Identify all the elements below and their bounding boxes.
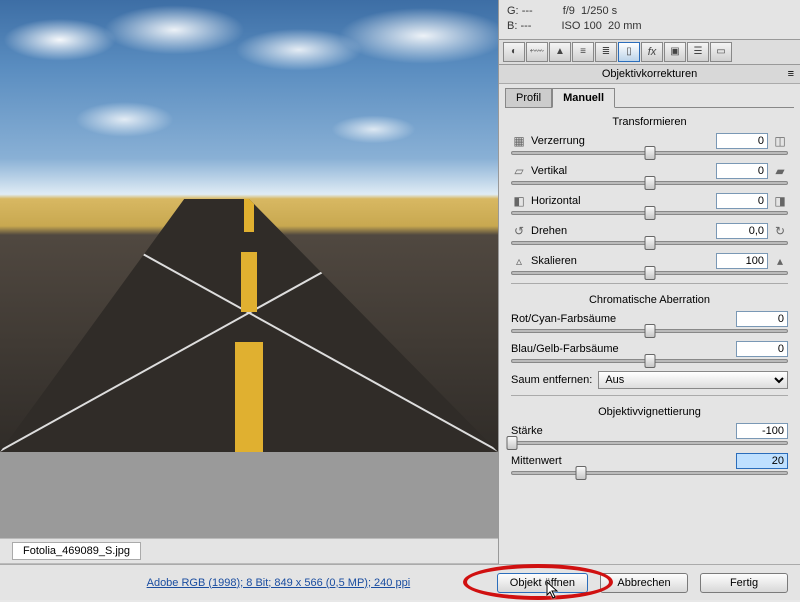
- strength-label: Stärke: [511, 425, 732, 437]
- color-profile-link[interactable]: Adobe RGB (1998); 8 Bit; 849 x 566 (0,5 …: [72, 577, 485, 589]
- vertical-slider[interactable]: [511, 181, 788, 185]
- tab-lens-icon[interactable]: ▯: [618, 42, 640, 62]
- distortion-out-icon: ◫: [772, 133, 788, 149]
- tab-camera-icon[interactable]: ▣: [664, 42, 686, 62]
- scale-label: Skalieren: [531, 255, 712, 267]
- rotate-label: Drehen: [531, 225, 712, 237]
- control-midpoint: Mittenwert: [511, 453, 788, 475]
- control-vertical: ▱ Vertikal ▰: [511, 163, 788, 185]
- blueyellow-label: Blau/Gelb-Farbsäume: [511, 343, 732, 355]
- section-transform: Transformieren: [511, 112, 788, 130]
- panel-menu-icon[interactable]: ≡: [788, 68, 794, 80]
- midpoint-slider[interactable]: [511, 471, 788, 475]
- image-preview[interactable]: [0, 0, 498, 452]
- horizontal-slider[interactable]: [511, 211, 788, 215]
- control-blueyellow: Blau/Gelb-Farbsäume: [511, 341, 788, 363]
- filename-bar: Fotolia_469089_S.jpg: [0, 538, 498, 564]
- vertical-label: Vertikal: [531, 165, 712, 177]
- distortion-in-icon: ▦: [511, 133, 527, 149]
- control-strength: Stärke: [511, 423, 788, 445]
- preview-background: [0, 452, 498, 538]
- rotate-ccw-icon: ↺: [511, 223, 527, 239]
- horizontal-left-icon: ◧: [511, 193, 527, 209]
- adjustment-tabs-toolbar: ◐ ⬳ ▲ ≡ ≣ ▯ fx ▣ ☰ ▭: [499, 39, 800, 65]
- control-redcyan: Rot/Cyan-Farbsäume: [511, 311, 788, 333]
- scale-slider[interactable]: [511, 271, 788, 275]
- done-button[interactable]: Fertig: [700, 573, 788, 593]
- tab-profile[interactable]: Profil: [505, 88, 552, 107]
- tab-curve-icon[interactable]: ⬳: [526, 42, 548, 62]
- preview-road: [0, 199, 498, 452]
- horizontal-input[interactable]: [716, 193, 768, 209]
- blueyellow-input[interactable]: [736, 341, 788, 357]
- control-scale: ▵ Skalieren ▴: [511, 253, 788, 275]
- strength-slider[interactable]: [511, 441, 788, 445]
- vertical-right-icon: ▰: [772, 163, 788, 179]
- distortion-input[interactable]: [716, 133, 768, 149]
- tab-manual[interactable]: Manuell: [552, 88, 615, 108]
- exif-info: G: --- f/9 1/250 s B: --- ISO 100 20 mm: [499, 0, 800, 39]
- vertical-input[interactable]: [716, 163, 768, 179]
- control-rotate: ↺ Drehen ↻: [511, 223, 788, 245]
- blueyellow-slider[interactable]: [511, 359, 788, 363]
- filename-label: Fotolia_469089_S.jpg: [12, 542, 141, 560]
- tab-split-icon[interactable]: ≣: [595, 42, 617, 62]
- tab-hsl-icon[interactable]: ≡: [572, 42, 594, 62]
- strength-input[interactable]: [736, 423, 788, 439]
- control-distortion: ▦ Verzerrung ◫: [511, 133, 788, 155]
- horizontal-right-icon: ◨: [772, 193, 788, 209]
- redcyan-slider[interactable]: [511, 329, 788, 333]
- tab-basic-icon[interactable]: ◐: [503, 42, 525, 62]
- panel-title: Objektivkorrekturen ≡: [499, 65, 800, 84]
- section-chromatic: Chromatische Aberration: [511, 290, 788, 308]
- rotate-cw-icon: ↻: [772, 223, 788, 239]
- scale-down-icon: ▵: [511, 253, 527, 269]
- horizontal-label: Horizontal: [531, 195, 712, 207]
- defringe-label: Saum entfernen:: [511, 374, 592, 386]
- tab-fx-icon[interactable]: fx: [641, 42, 663, 62]
- redcyan-label: Rot/Cyan-Farbsäume: [511, 313, 732, 325]
- vertical-left-icon: ▱: [511, 163, 527, 179]
- tab-snapshots-icon[interactable]: ▭: [710, 42, 732, 62]
- rotate-slider[interactable]: [511, 241, 788, 245]
- tab-presets-icon[interactable]: ☰: [687, 42, 709, 62]
- redcyan-input[interactable]: [736, 311, 788, 327]
- distortion-slider[interactable]: [511, 151, 788, 155]
- scale-up-icon: ▴: [772, 253, 788, 269]
- defringe-select[interactable]: Aus: [598, 371, 788, 389]
- rotate-input[interactable]: [716, 223, 768, 239]
- section-vignette: Objektivvignettierung: [511, 402, 788, 420]
- midpoint-input[interactable]: [736, 453, 788, 469]
- midpoint-label: Mittenwert: [511, 455, 732, 467]
- distortion-label: Verzerrung: [531, 135, 712, 147]
- cancel-button[interactable]: Abbrechen: [600, 573, 688, 593]
- preview-sky: [0, 0, 498, 199]
- scale-input[interactable]: [716, 253, 768, 269]
- open-object-button[interactable]: Objekt öffnen: [497, 573, 588, 593]
- control-horizontal: ◧ Horizontal ◨: [511, 193, 788, 215]
- tab-detail-icon[interactable]: ▲: [549, 42, 571, 62]
